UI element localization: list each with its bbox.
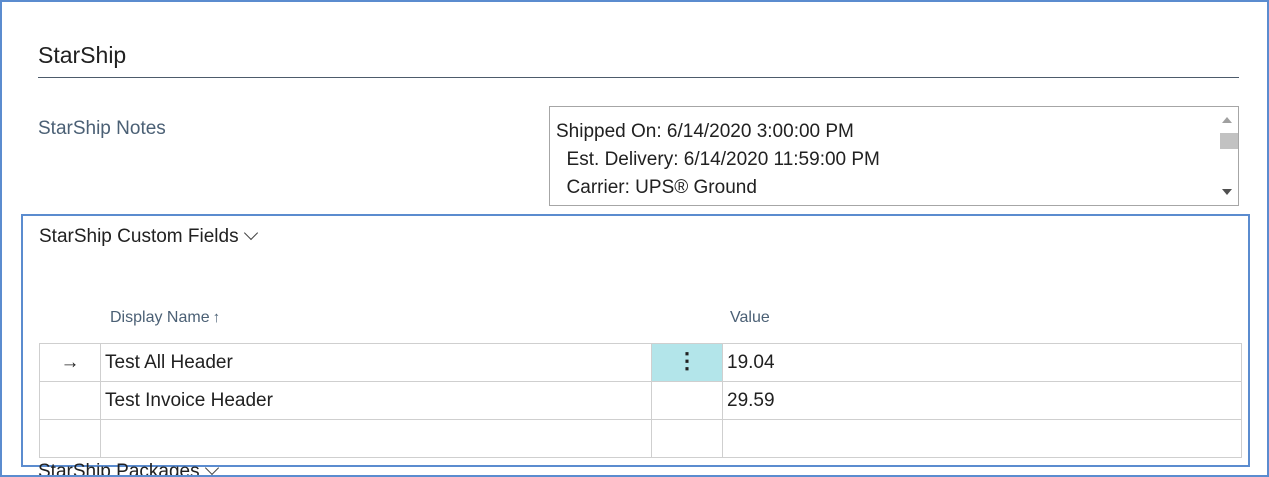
table-row[interactable] <box>39 419 1242 458</box>
column-header-display-name-label: Display Name <box>110 309 210 326</box>
section-divider <box>38 77 1239 78</box>
scroll-down-icon[interactable] <box>1222 189 1232 195</box>
section-title: StarShip <box>38 42 127 68</box>
notes-label: StarShip Notes <box>38 118 166 139</box>
row-actions-menu[interactable]: ⋮ <box>651 343 723 382</box>
row-indicator <box>39 419 101 458</box>
sort-ascending-icon[interactable]: ↑ <box>213 309 221 326</box>
notes-text: Shipped On: 6/14/2020 3:00:00 PM Est. De… <box>556 121 880 198</box>
scroll-up-icon[interactable] <box>1222 117 1232 123</box>
row-indicator <box>39 381 101 420</box>
page-frame: StarShip StarShip Notes Shipped On: 6/14… <box>0 0 1269 477</box>
table-row[interactable]: Test Invoice Header 29.59 <box>39 381 1242 420</box>
custom-fields-panel: StarShip Custom Fields Display Name ↑ Val… <box>21 214 1250 467</box>
custom-fields-title: StarShip Custom Fields <box>39 226 239 247</box>
cell-value[interactable]: 19.04 <box>722 343 1242 382</box>
row-indicator-arrow-icon: → <box>39 343 101 382</box>
notes-scrollbar[interactable] <box>1216 107 1238 205</box>
row-actions-menu[interactable] <box>651 381 723 420</box>
packages-title: StarShip Packages <box>38 461 200 477</box>
cell-display-name[interactable]: Test Invoice Header <box>100 381 652 420</box>
column-header-value[interactable]: Value <box>730 309 770 327</box>
chevron-down-icon[interactable] <box>243 225 258 241</box>
custom-fields-table: → Test All Header ⋮ 19.04 Test Invoice H… <box>39 343 1242 458</box>
packages-header[interactable]: StarShip Packages <box>38 460 219 477</box>
cell-value[interactable] <box>722 419 1242 458</box>
column-header-display-name[interactable]: Display Name ↑ <box>110 309 220 327</box>
scroll-thumb[interactable] <box>1220 133 1238 149</box>
chevron-down-icon[interactable] <box>204 460 219 475</box>
more-options-icon[interactable]: ⋮ <box>676 349 698 371</box>
table-row[interactable]: → Test All Header ⋮ 19.04 <box>39 343 1242 382</box>
notes-textarea[interactable]: Shipped On: 6/14/2020 3:00:00 PM Est. De… <box>549 106 1239 206</box>
cell-display-name[interactable] <box>100 419 652 458</box>
cell-display-name[interactable]: Test All Header <box>100 343 652 382</box>
custom-fields-header[interactable]: StarShip Custom Fields <box>39 225 258 248</box>
row-actions-menu[interactable] <box>651 419 723 458</box>
cell-value[interactable]: 29.59 <box>722 381 1242 420</box>
